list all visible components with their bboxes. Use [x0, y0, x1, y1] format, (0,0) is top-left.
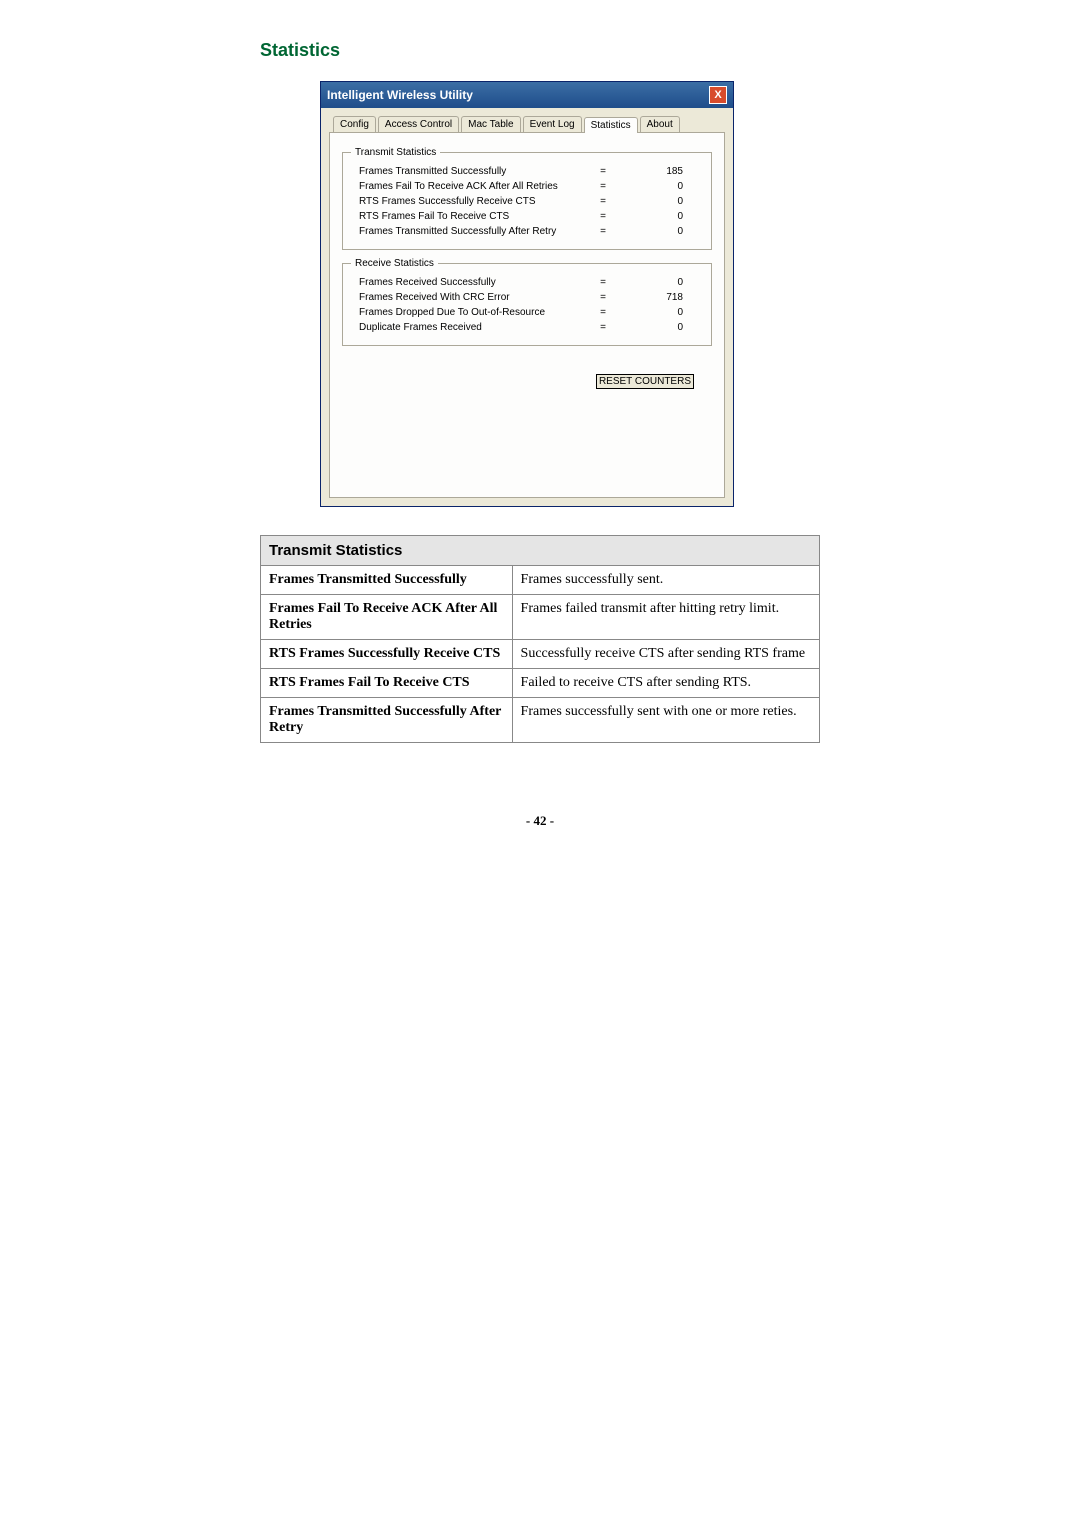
- page-number: - 42 -: [260, 813, 820, 829]
- stat-label: Frames Dropped Due To Out-of-Resource: [359, 307, 593, 318]
- stat-label: Frames Transmitted Successfully After Re…: [359, 226, 593, 237]
- table-header: Transmit Statistics: [261, 536, 820, 566]
- app-window: Intelligent Wireless Utility X Config Ac…: [320, 81, 734, 507]
- stat-row: RTS Frames Fail To Receive CTS = 0: [351, 209, 703, 224]
- tab-statistics[interactable]: Statistics: [584, 117, 638, 133]
- titlebar: Intelligent Wireless Utility X: [321, 82, 733, 108]
- stat-row: Frames Dropped Due To Out-of-Resource = …: [351, 305, 703, 320]
- stat-value: 0: [613, 307, 703, 318]
- tab-bar: Config Access Control Mac Table Event Lo…: [329, 116, 725, 132]
- row-label: Frames Transmitted Successfully After Re…: [261, 698, 513, 743]
- transmit-legend: Transmit Statistics: [351, 147, 440, 158]
- stat-value: 0: [613, 196, 703, 207]
- equals-sign: =: [593, 226, 613, 237]
- table-row: RTS Frames Fail To Receive CTS Failed to…: [261, 669, 820, 698]
- reset-counters-area: RESET COUNTERS: [340, 354, 714, 389]
- stat-label: Frames Fail To Receive ACK After All Ret…: [359, 181, 593, 192]
- tab-mac-table[interactable]: Mac Table: [461, 116, 520, 132]
- stat-row: Duplicate Frames Received = 0: [351, 320, 703, 335]
- page-title: Statistics: [260, 40, 820, 61]
- tab-access-control[interactable]: Access Control: [378, 116, 459, 132]
- stat-row: RTS Frames Successfully Receive CTS = 0: [351, 194, 703, 209]
- equals-sign: =: [593, 307, 613, 318]
- receive-stats-group: Receive Statistics Frames Received Succe…: [342, 258, 712, 346]
- row-desc: Frames successfully sent with one or mor…: [512, 698, 819, 743]
- table-row: Frames Transmitted Successfully Frames s…: [261, 566, 820, 595]
- stat-row: Frames Received With CRC Error = 718: [351, 290, 703, 305]
- receive-legend: Receive Statistics: [351, 258, 438, 269]
- stat-label: Frames Received Successfully: [359, 277, 593, 288]
- stat-value: 718: [613, 292, 703, 303]
- transmit-statistics-table: Transmit Statistics Frames Transmitted S…: [260, 535, 820, 743]
- stat-label: Frames Received With CRC Error: [359, 292, 593, 303]
- equals-sign: =: [593, 166, 613, 177]
- reset-counters-button[interactable]: RESET COUNTERS: [596, 374, 694, 389]
- equals-sign: =: [593, 196, 613, 207]
- equals-sign: =: [593, 322, 613, 333]
- stat-row: Frames Received Successfully = 0: [351, 275, 703, 290]
- window-body: Config Access Control Mac Table Event Lo…: [321, 108, 733, 506]
- stat-label: Duplicate Frames Received: [359, 322, 593, 333]
- stat-value: 0: [613, 322, 703, 333]
- stat-row: Frames Transmitted Successfully After Re…: [351, 224, 703, 239]
- stat-label: RTS Frames Fail To Receive CTS: [359, 211, 593, 222]
- close-icon[interactable]: X: [709, 86, 727, 104]
- stat-row: Frames Transmitted Successfully = 185: [351, 164, 703, 179]
- stat-label: RTS Frames Successfully Receive CTS: [359, 196, 593, 207]
- tab-config[interactable]: Config: [333, 116, 376, 132]
- equals-sign: =: [593, 211, 613, 222]
- row-label: RTS Frames Successfully Receive CTS: [261, 640, 513, 669]
- equals-sign: =: [593, 181, 613, 192]
- stat-value: 0: [613, 226, 703, 237]
- row-desc: Failed to receive CTS after sending RTS.: [512, 669, 819, 698]
- table-row: Frames Fail To Receive ACK After All Ret…: [261, 595, 820, 640]
- stat-value: 0: [613, 277, 703, 288]
- equals-sign: =: [593, 277, 613, 288]
- stat-row: Frames Fail To Receive ACK After All Ret…: [351, 179, 703, 194]
- transmit-stats-group: Transmit Statistics Frames Transmitted S…: [342, 147, 712, 250]
- row-desc: Frames successfully sent.: [512, 566, 819, 595]
- tab-panel: Transmit Statistics Frames Transmitted S…: [329, 132, 725, 498]
- stat-value: 185: [613, 166, 703, 177]
- row-label: Frames Transmitted Successfully: [261, 566, 513, 595]
- tab-event-log[interactable]: Event Log: [523, 116, 582, 132]
- row-label: RTS Frames Fail To Receive CTS: [261, 669, 513, 698]
- stat-label: Frames Transmitted Successfully: [359, 166, 593, 177]
- row-desc: Frames failed transmit after hitting ret…: [512, 595, 819, 640]
- row-desc: Successfully receive CTS after sending R…: [512, 640, 819, 669]
- window-title: Intelligent Wireless Utility: [327, 88, 473, 102]
- tab-about[interactable]: About: [640, 116, 680, 132]
- stat-value: 0: [613, 211, 703, 222]
- table-row: RTS Frames Successfully Receive CTS Succ…: [261, 640, 820, 669]
- table-row: Frames Transmitted Successfully After Re…: [261, 698, 820, 743]
- stat-value: 0: [613, 181, 703, 192]
- row-label: Frames Fail To Receive ACK After All Ret…: [261, 595, 513, 640]
- equals-sign: =: [593, 292, 613, 303]
